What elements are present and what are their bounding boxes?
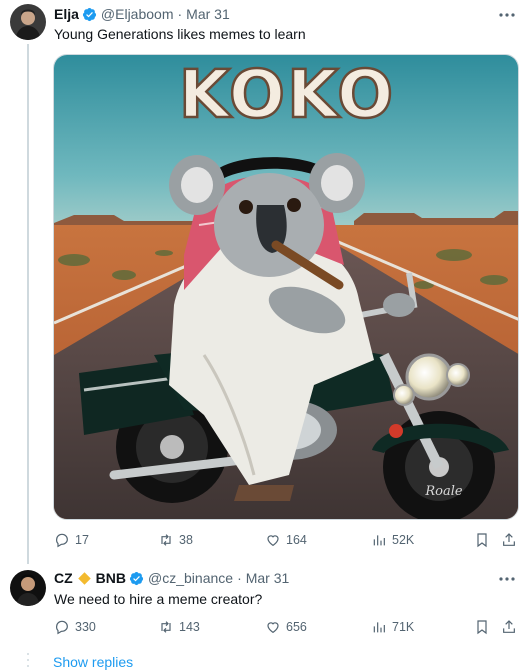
separator-dot: · bbox=[237, 570, 242, 586]
analytics-icon bbox=[373, 535, 385, 546]
bookmark-button[interactable] bbox=[474, 616, 490, 638]
repost-icon bbox=[161, 534, 171, 546]
tweet-elja[interactable]: Elja @Eljaboom · Mar 31 Young Generation… bbox=[0, 0, 531, 564]
reply-button[interactable]: 330 bbox=[54, 616, 96, 638]
tweet-text: Young Generations likes memes to learn bbox=[54, 26, 306, 42]
reply-count: 330 bbox=[75, 620, 96, 634]
views-button[interactable]: 52K bbox=[371, 529, 414, 551]
binance-diamond-icon bbox=[77, 571, 91, 585]
avatar-elja[interactable] bbox=[10, 4, 46, 40]
more-options-icon[interactable] bbox=[497, 572, 517, 586]
verified-badge-icon bbox=[129, 571, 144, 585]
repost-button[interactable]: 143 bbox=[158, 616, 200, 638]
tweet-date[interactable]: Mar 31 bbox=[186, 6, 230, 22]
tweet-cz[interactable]: CZ BNB @cz_binance · Mar 31 We need to h… bbox=[0, 564, 531, 650]
repost-icon bbox=[161, 621, 171, 633]
like-count: 656 bbox=[286, 620, 307, 634]
tweet-actions: 17 38 164 52K bbox=[54, 529, 519, 551]
bookmark-icon bbox=[477, 620, 487, 635]
view-count: 52K bbox=[392, 533, 415, 547]
verified-badge-icon bbox=[82, 7, 96, 21]
author-name[interactable]: CZ bbox=[54, 570, 73, 586]
more-options-icon[interactable] bbox=[497, 8, 517, 22]
show-replies-link[interactable]: Show replies bbox=[53, 654, 133, 670]
heart-icon bbox=[267, 622, 279, 634]
tweet-actions: 330 143 656 71K bbox=[54, 616, 519, 638]
share-icon bbox=[503, 620, 515, 633]
thread-dots bbox=[27, 653, 29, 667]
author-name[interactable]: Elja bbox=[54, 6, 79, 22]
repost-button[interactable]: 38 bbox=[158, 529, 193, 551]
like-count: 164 bbox=[286, 533, 307, 547]
separator-dot: · bbox=[177, 6, 183, 22]
heart-icon bbox=[267, 535, 279, 547]
image-title: KOKO bbox=[179, 56, 396, 133]
share-button[interactable] bbox=[501, 616, 517, 638]
tweet-header: Elja @Eljaboom · Mar 31 bbox=[54, 4, 230, 24]
reply-icon bbox=[56, 533, 68, 548]
like-button[interactable]: 656 bbox=[265, 616, 307, 638]
analytics-icon bbox=[373, 622, 385, 633]
repost-count: 143 bbox=[179, 620, 200, 634]
fender-script: Roale bbox=[424, 484, 463, 499]
views-button[interactable]: 71K bbox=[371, 616, 414, 638]
author-handle[interactable]: @Eljaboom bbox=[101, 6, 174, 22]
bookmark-icon bbox=[477, 533, 487, 548]
author-handle[interactable]: @cz_binance bbox=[148, 570, 233, 586]
reply-button[interactable]: 17 bbox=[54, 529, 89, 551]
avatar-cz[interactable] bbox=[10, 570, 46, 606]
thread-line bbox=[27, 44, 29, 564]
like-button[interactable]: 164 bbox=[265, 529, 307, 551]
reply-icon bbox=[56, 620, 68, 635]
tweet-text: We need to hire a meme creator? bbox=[54, 591, 263, 607]
tweet-date[interactable]: Mar 31 bbox=[246, 570, 290, 586]
reply-count: 17 bbox=[75, 533, 89, 547]
bookmark-button[interactable] bbox=[474, 529, 490, 551]
share-icon bbox=[503, 533, 515, 546]
share-button[interactable] bbox=[501, 529, 517, 551]
tweet-header: CZ BNB @cz_binance · Mar 31 bbox=[54, 568, 289, 588]
tweet-image[interactable]: KOKO Roale bbox=[53, 54, 519, 520]
repost-count: 38 bbox=[179, 533, 193, 547]
view-count: 71K bbox=[392, 620, 415, 634]
author-name-suffix[interactable]: BNB bbox=[96, 570, 126, 586]
